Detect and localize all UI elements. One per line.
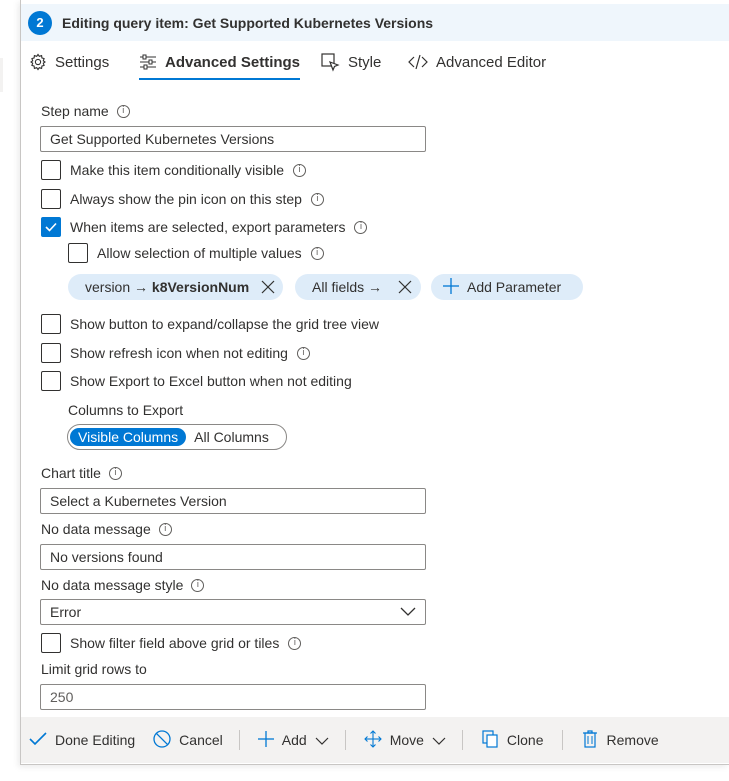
all-columns-option[interactable]: All Columns (186, 428, 277, 446)
checkmark-icon (45, 222, 57, 232)
info-icon[interactable]: i (310, 192, 324, 206)
info-icon[interactable]: i (158, 522, 172, 536)
step-name-input[interactable]: Get Supported Kubernetes Versions (40, 126, 426, 152)
conditional-visible-checkbox[interactable]: Make this item conditionally visible i (41, 159, 306, 181)
no-data-style-dropdown[interactable]: Error (40, 599, 426, 625)
remove-button[interactable]: Remove (581, 717, 659, 763)
divider (238, 730, 240, 750)
no-data-message-input[interactable]: No versions found (40, 544, 426, 570)
cancel-button[interactable]: Cancel (153, 717, 223, 763)
info-icon[interactable]: i (310, 246, 324, 260)
refresh-icon-checkbox[interactable]: Show refresh icon when not editing i (41, 342, 310, 364)
info-icon[interactable]: i (296, 346, 310, 360)
divider (344, 730, 346, 750)
info-icon[interactable]: i (292, 163, 306, 177)
panel-header: 2 Editing query item: Get Supported Kube… (21, 4, 729, 41)
cancel-icon (153, 729, 171, 751)
tab-bar: Settings Advanced Settings Style Advance… (21, 44, 729, 80)
tab-advanced-settings[interactable]: Advanced Settings (139, 44, 301, 80)
move-button[interactable]: Move (363, 717, 446, 763)
visible-columns-option[interactable]: Visible Columns (70, 428, 187, 446)
checkbox-box[interactable] (41, 160, 61, 180)
checkbox-box[interactable] (41, 189, 61, 209)
info-icon[interactable]: i (191, 578, 205, 592)
add-button[interactable]: Add (257, 717, 329, 763)
clone-button[interactable]: Clone (481, 717, 544, 763)
close-icon[interactable] (398, 280, 412, 294)
move-arrows-icon (363, 729, 382, 751)
checkbox-box[interactable] (41, 633, 61, 653)
export-parameters-checkbox[interactable]: When items are selected, export paramete… (41, 216, 368, 238)
no-data-message-label: No data message i (41, 521, 172, 537)
parameter-pill-version[interactable]: version → k8VersionNum (68, 274, 283, 300)
info-icon[interactable]: i (108, 466, 122, 480)
columns-to-export-label: Columns to Export (68, 402, 184, 418)
edit-panel: 2 Editing query item: Get Supported Kube… (20, 0, 729, 765)
trash-icon (581, 729, 599, 751)
pin-icon-checkbox[interactable]: Always show the pin icon on this step i (41, 188, 324, 210)
chart-title-label: Chart title i (41, 465, 122, 481)
no-data-style-label: No data message style i (41, 577, 205, 593)
chevron-down-icon (400, 604, 416, 620)
columns-export-toggle: Visible Columns All Columns (67, 424, 287, 450)
background-panel-edge (0, 58, 3, 92)
chevron-down-icon (315, 732, 329, 748)
info-icon[interactable]: i (116, 104, 130, 118)
checkmark-icon (29, 731, 47, 749)
info-icon[interactable]: i (354, 220, 368, 234)
tab-settings[interactable]: Settings (29, 44, 109, 80)
step-number-badge: 2 (28, 10, 52, 35)
add-parameter-button[interactable]: Add Parameter (431, 274, 583, 300)
gear-icon (29, 53, 47, 71)
plus-icon (257, 730, 274, 750)
done-editing-button[interactable]: Done Editing (29, 717, 135, 763)
tab-advanced-editor-label: Advanced Editor (436, 53, 547, 71)
divider (461, 730, 463, 750)
plus-icon (443, 277, 459, 297)
close-icon[interactable] (261, 280, 275, 294)
footer-toolbar: Done Editing Cancel Add Move Clone Remov… (21, 717, 729, 763)
info-icon[interactable]: i (288, 636, 302, 650)
panel-title: Editing query item: Get Supported Kubern… (62, 14, 434, 31)
tab-advanced-settings-label: Advanced Settings (165, 53, 301, 71)
limit-rows-input[interactable]: 250 (40, 684, 426, 710)
sliders-icon (139, 53, 157, 71)
tab-advanced-editor[interactable]: Advanced Editor (408, 44, 546, 80)
tab-settings-label: Settings (55, 53, 110, 71)
checkbox-box-checked[interactable] (41, 217, 61, 237)
clone-icon (481, 729, 499, 751)
export-excel-checkbox[interactable]: Show Export to Excel button when not edi… (41, 370, 352, 392)
style-icon (320, 52, 340, 72)
step-name-label: Step name i (41, 103, 130, 119)
checkbox-box[interactable] (41, 371, 61, 391)
limit-rows-label: Limit grid rows to (41, 661, 147, 677)
chart-title-input[interactable]: Select a Kubernetes Version (40, 488, 426, 514)
code-icon (408, 54, 428, 70)
filter-field-checkbox[interactable]: Show filter field above grid or tiles i (41, 632, 302, 654)
parameter-pill-all-fields[interactable]: All fields → (295, 274, 421, 300)
checkbox-box[interactable] (41, 314, 61, 334)
tab-style[interactable]: Style (320, 44, 381, 80)
tab-style-label: Style (348, 53, 382, 71)
expand-collapse-checkbox[interactable]: Show button to expand/collapse the grid … (41, 313, 379, 335)
multiple-values-checkbox[interactable]: Allow selection of multiple values i (68, 242, 324, 264)
divider (561, 730, 563, 750)
checkbox-box[interactable] (68, 243, 88, 263)
checkbox-box[interactable] (41, 343, 61, 363)
chevron-down-icon (432, 732, 446, 748)
